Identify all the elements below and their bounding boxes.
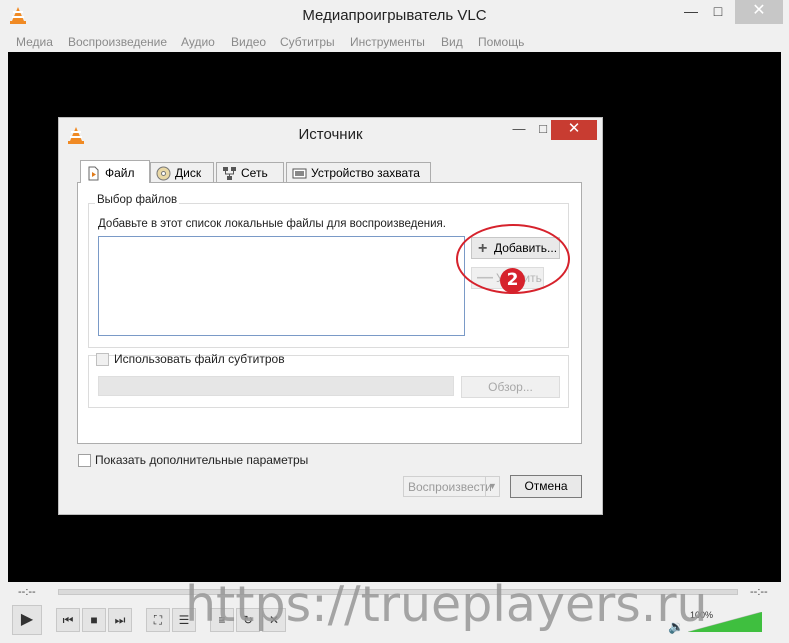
show-advanced-label: Показать дополнительные параметры bbox=[95, 453, 309, 467]
tab-capture-device-label: Устройство захвата bbox=[311, 166, 420, 180]
dialog-minimize-button[interactable]: — bbox=[507, 120, 531, 140]
previous-button[interactable]: ⏮ bbox=[56, 608, 80, 632]
title-bar: Медиапроигрыватель VLC — □ ✕ bbox=[0, 0, 789, 32]
stop-button[interactable]: ■ bbox=[82, 608, 106, 632]
disc-icon bbox=[156, 166, 171, 181]
watermark: https://trueplayers.ru bbox=[185, 576, 708, 633]
file-selection-label: Выбор файлов bbox=[95, 194, 180, 206]
play-button[interactable]: Воспроизвести ▼ bbox=[403, 476, 500, 497]
next-icon: ⏭ bbox=[114, 613, 126, 627]
open-media-dialog: Источник — □ ✕ Файл Диск Сеть Устройство… bbox=[58, 117, 603, 515]
next-button[interactable]: ⏭ bbox=[108, 608, 132, 632]
file-list[interactable] bbox=[98, 236, 465, 336]
menu-view[interactable]: Вид bbox=[441, 35, 463, 49]
menu-media[interactable]: Медиа bbox=[16, 35, 53, 49]
menu-audio[interactable]: Аудио bbox=[181, 35, 215, 49]
annotation-step-badge: 2 bbox=[500, 268, 525, 293]
menu-tools[interactable]: Инструменты bbox=[350, 35, 425, 49]
tab-disc-label: Диск bbox=[175, 166, 202, 180]
play-icon: ▶ bbox=[20, 611, 34, 628]
menu-help[interactable]: Помощь bbox=[478, 35, 524, 49]
use-subtitles-label: Использовать файл субтитров bbox=[114, 352, 285, 366]
menu-playback[interactable]: Воспроизведение bbox=[68, 35, 167, 49]
file-selection-hint: Добавьте в этот список локальные файлы д… bbox=[98, 218, 446, 230]
file-icon bbox=[88, 166, 99, 181]
tab-file-label: Файл bbox=[105, 166, 135, 180]
play-pause-button[interactable]: ▶ bbox=[12, 605, 42, 635]
play-dropdown-arrow-icon[interactable]: ▼ bbox=[485, 477, 499, 496]
window-title: Медиапроигрыватель VLC bbox=[302, 7, 487, 24]
tab-network[interactable]: Сеть bbox=[216, 162, 284, 184]
use-subtitles-checkbox[interactable] bbox=[96, 353, 109, 366]
fullscreen-button[interactable]: ⛶ bbox=[146, 608, 170, 632]
menu-bar: Медиа Воспроизведение Аудио Видео Субтит… bbox=[0, 32, 789, 52]
maximize-button[interactable]: □ bbox=[705, 0, 731, 24]
fullscreen-icon: ⛶ bbox=[153, 613, 163, 627]
capture-device-icon bbox=[292, 168, 307, 179]
time-elapsed: --:-- bbox=[18, 586, 36, 598]
tab-network-label: Сеть bbox=[241, 166, 268, 180]
minimize-button[interactable]: — bbox=[678, 0, 704, 24]
network-icon bbox=[223, 167, 236, 180]
play-button-label: Воспроизвести bbox=[408, 480, 492, 494]
time-total: --:-- bbox=[750, 586, 768, 598]
dialog-close-button[interactable]: ✕ bbox=[551, 120, 597, 140]
stop-icon: ■ bbox=[90, 613, 98, 627]
menu-video[interactable]: Видео bbox=[231, 35, 266, 49]
show-advanced-checkbox[interactable] bbox=[78, 454, 91, 467]
subtitle-file-field[interactable] bbox=[98, 376, 454, 396]
browse-subtitles-button[interactable]: Обзор... bbox=[461, 376, 560, 398]
close-button[interactable]: ✕ bbox=[735, 0, 783, 24]
tab-capture-device[interactable]: Устройство захвата bbox=[286, 162, 431, 184]
tab-file[interactable]: Файл bbox=[80, 160, 150, 183]
menu-subtitles[interactable]: Субтитры bbox=[280, 35, 335, 49]
previous-icon: ⏮ bbox=[62, 613, 74, 627]
tab-disc[interactable]: Диск bbox=[150, 162, 214, 184]
cancel-button[interactable]: Отмена bbox=[510, 475, 582, 498]
